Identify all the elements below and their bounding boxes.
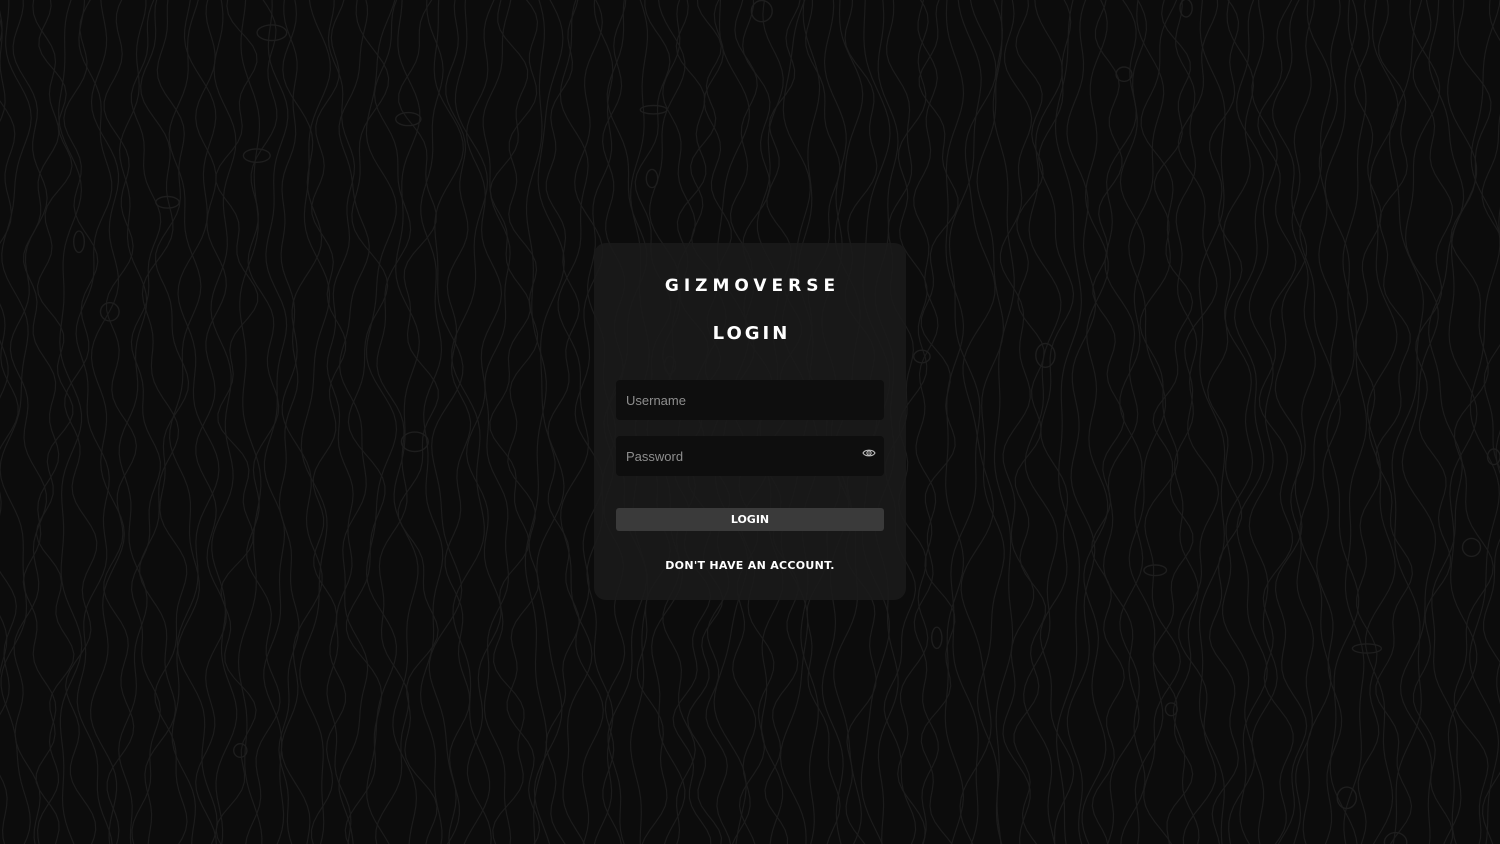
contour-line bbox=[22, 0, 60, 844]
contour-line bbox=[948, 0, 982, 844]
login-card bbox=[594, 243, 906, 600]
contour-line bbox=[913, 0, 939, 844]
contour-line bbox=[1495, 206, 1500, 705]
contour-loop bbox=[1143, 564, 1168, 577]
contour-line bbox=[0, 9, 19, 844]
contour-loop bbox=[1461, 537, 1482, 558]
contour-line bbox=[299, 0, 331, 844]
contour-loop bbox=[931, 626, 943, 650]
contour-line bbox=[1054, 0, 1083, 844]
username-field bbox=[616, 380, 884, 420]
contour-loop bbox=[1164, 702, 1178, 717]
login-button[interactable]: LOGIN bbox=[616, 508, 884, 531]
contour-line bbox=[1023, 0, 1064, 844]
contour-loop bbox=[645, 168, 659, 189]
contour-line bbox=[959, 0, 997, 844]
contour-line bbox=[1271, 0, 1308, 844]
contour-line bbox=[1342, 0, 1368, 844]
contour-line bbox=[1177, 0, 1220, 844]
contour-loop bbox=[1383, 831, 1408, 844]
contour-line bbox=[944, 0, 965, 844]
contour-loop bbox=[750, 0, 773, 23]
contour-line bbox=[278, 0, 300, 844]
contour-line bbox=[428, 0, 464, 844]
contour-line bbox=[1290, 0, 1316, 844]
contour-line bbox=[1152, 0, 1194, 844]
contour-line bbox=[524, 0, 548, 844]
contour-line bbox=[1233, 0, 1268, 844]
contour-line bbox=[365, 0, 398, 844]
login-heading: LOGIN bbox=[712, 323, 791, 344]
eye-icon[interactable] bbox=[862, 447, 876, 459]
contour-line bbox=[1316, 0, 1343, 844]
contour-line bbox=[1353, 0, 1382, 844]
contour-line bbox=[130, 0, 162, 844]
contour-line bbox=[1102, 0, 1140, 844]
signup-link[interactable]: DON'T HAVE AN ACCOUNT. bbox=[665, 559, 835, 572]
username-input[interactable] bbox=[616, 380, 884, 420]
contour-loop bbox=[913, 349, 931, 364]
contour-line bbox=[1081, 0, 1109, 844]
contour-loop bbox=[639, 104, 668, 115]
password-field bbox=[616, 436, 884, 476]
contour-line bbox=[103, 0, 138, 844]
login-page: GIZMOVERSE LOGIN LOGIN DON'T HAVE AN ACC… bbox=[0, 0, 1500, 844]
contour-line bbox=[118, 0, 148, 844]
contour-line bbox=[1375, 0, 1414, 844]
contour-loop bbox=[1035, 342, 1056, 368]
contour-line bbox=[1172, 0, 1200, 844]
contour-line bbox=[557, 0, 593, 844]
contour-loop bbox=[256, 24, 288, 42]
contour-line bbox=[482, 0, 512, 844]
contour-line bbox=[0, 18, 9, 676]
contour-line bbox=[545, 0, 580, 844]
contour-loop bbox=[72, 230, 85, 254]
contour-line bbox=[506, 0, 541, 844]
contour-line bbox=[89, 0, 125, 844]
contour-line bbox=[465, 0, 503, 844]
contour-line bbox=[326, 0, 356, 844]
contour-loop bbox=[400, 431, 429, 453]
contour-line bbox=[999, 0, 1035, 844]
password-input[interactable] bbox=[616, 436, 884, 476]
contour-line bbox=[992, 0, 1015, 844]
contour-line bbox=[1248, 0, 1278, 844]
brand-logo-text: GIZMOVERSE bbox=[664, 276, 841, 296]
contour-line bbox=[419, 0, 444, 844]
contour-line bbox=[1221, 0, 1256, 844]
contour-line bbox=[1119, 0, 1148, 844]
contour-line bbox=[310, 0, 347, 844]
contour-line bbox=[918, 0, 959, 844]
